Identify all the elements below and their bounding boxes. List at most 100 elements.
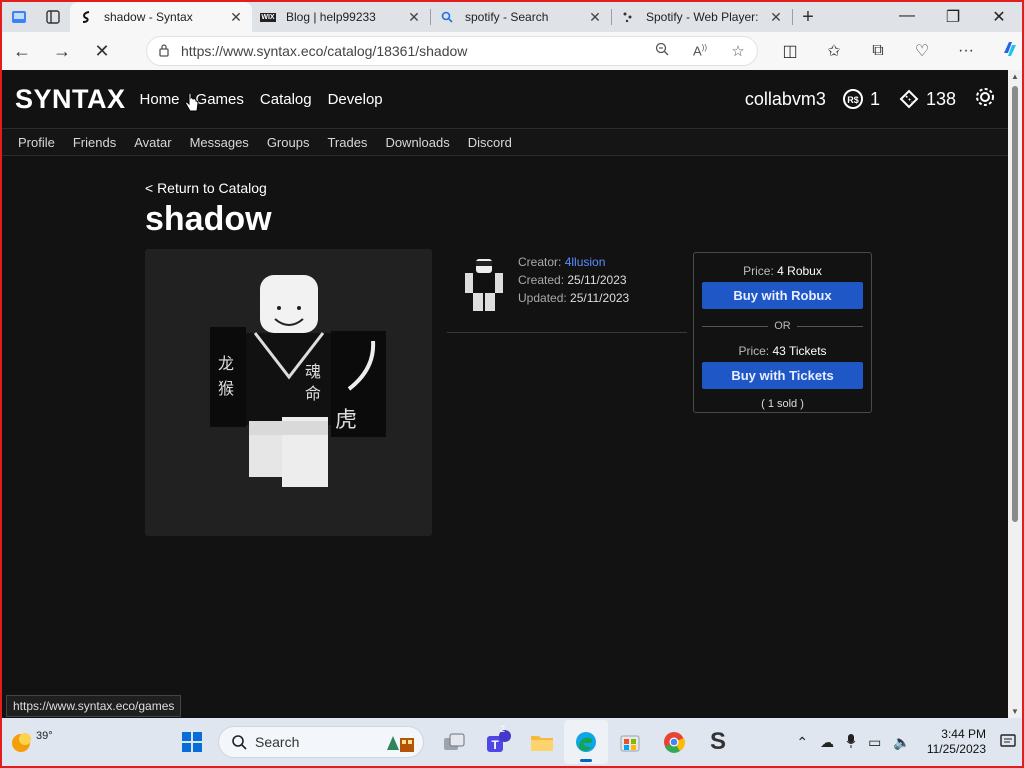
creator-link[interactable]: 4llusion: [565, 255, 606, 269]
back-icon[interactable]: ←: [2, 32, 42, 70]
scroll-down-arrow-icon[interactable]: ▼: [1008, 707, 1022, 716]
tab-spotify-search[interactable]: spotify - Search ✕: [431, 2, 611, 32]
tab-actions-icon[interactable]: [36, 2, 70, 32]
syntax-app-icon[interactable]: S: [696, 720, 740, 764]
temperature: 39°: [36, 730, 53, 742]
nav-catalog[interactable]: Catalog: [260, 91, 312, 108]
syntax-logo[interactable]: SYNTAX: [15, 84, 126, 115]
browser-essentials-icon[interactable]: ♡: [900, 41, 944, 61]
subnav-trades[interactable]: Trades: [327, 135, 367, 150]
main-nav: Home Games Catalog Develop: [140, 91, 399, 108]
settings-gear-icon[interactable]: [974, 86, 996, 113]
robux-icon: R$: [842, 89, 863, 109]
robux-count: 1: [869, 88, 880, 109]
created-date: 25/11/2023: [567, 273, 627, 287]
teams-icon[interactable]: T 2: [476, 720, 520, 764]
page-viewport: SYNTAX Home Games Catalog Develop collab…: [2, 70, 1022, 718]
close-tab-icon[interactable]: ✕: [406, 9, 422, 26]
start-button[interactable]: [170, 720, 214, 764]
scrollbar-thumb[interactable]: [1012, 86, 1018, 522]
subnav-avatar[interactable]: Avatar: [134, 135, 171, 150]
search-favicon-icon: [439, 9, 455, 25]
microphone-icon[interactable]: [846, 733, 856, 752]
item-details: Creator: 4llusion Created: 25/11/2023 Up…: [518, 253, 629, 307]
buy-with-tickets-button[interactable]: Buy with Tickets: [702, 362, 863, 389]
subnav-groups[interactable]: Groups: [267, 135, 310, 150]
hand-cursor-icon: [185, 92, 199, 112]
secondary-nav: Profile Friends Avatar Messages Groups T…: [2, 128, 1008, 156]
new-tab-icon[interactable]: +: [793, 6, 823, 29]
weather-moon-icon: [12, 733, 31, 752]
svg-text:虎: 虎: [335, 408, 357, 433]
search-icon: [232, 735, 247, 750]
page-scrollbar[interactable]: ▲ ▼: [1008, 70, 1022, 718]
windows-taskbar: 39° Search T 2 S ⌃ ☁ ▭ 🔈 3:44 PM 11/25/2…: [2, 718, 1022, 766]
restore-icon[interactable]: ❐: [930, 7, 976, 27]
microsoft-store-icon[interactable]: [608, 720, 652, 764]
svg-text:T: T: [491, 738, 499, 752]
split-screen-icon[interactable]: ◫: [768, 41, 812, 61]
more-menu-icon[interactable]: ···: [944, 42, 988, 60]
return-to-catalog-link[interactable]: < Return to Catalog: [145, 180, 267, 196]
file-explorer-icon[interactable]: [520, 720, 564, 764]
workspaces-icon[interactable]: [2, 2, 36, 32]
chevron-up-icon[interactable]: ⌃: [796, 734, 808, 751]
stop-loading-icon[interactable]: ✕: [82, 32, 122, 70]
taskbar-search[interactable]: Search: [218, 726, 424, 758]
tab-shadow-syntax[interactable]: shadow - Syntax ✕: [70, 2, 252, 32]
subnav-messages[interactable]: Messages: [190, 135, 249, 150]
subnav-discord[interactable]: Discord: [468, 135, 512, 150]
buy-with-robux-button[interactable]: Buy with Robux: [702, 282, 863, 309]
tickets-balance[interactable]: 138: [898, 88, 956, 110]
site-header: SYNTAX Home Games Catalog Develop collab…: [2, 70, 1008, 128]
close-tab-icon[interactable]: ✕: [768, 9, 784, 26]
tab-spotify-player[interactable]: Spotify - Web Player: ✕: [612, 2, 792, 32]
read-aloud-icon[interactable]: A)): [681, 43, 719, 58]
copilot-icon[interactable]: [988, 39, 1024, 64]
user-box: collabvm3 R$ 1 138: [745, 86, 996, 113]
scroll-up-arrow-icon[interactable]: ▲: [1008, 72, 1022, 81]
close-tab-icon[interactable]: ✕: [587, 9, 603, 26]
favorite-star-icon[interactable]: ☆: [719, 42, 757, 60]
network-icon[interactable]: ▭: [868, 734, 881, 751]
weather-widget[interactable]: 39°: [10, 730, 170, 754]
address-bar[interactable]: https://www.syntax.eco/catalog/18361/sha…: [146, 36, 758, 66]
subnav-friends[interactable]: Friends: [73, 135, 116, 150]
wix-favicon-text: WIX: [260, 12, 276, 22]
username[interactable]: collabvm3: [745, 89, 826, 110]
nav-home[interactable]: Home: [140, 91, 180, 108]
wix-favicon-icon: WIX: [260, 9, 276, 25]
lock-icon[interactable]: [147, 43, 181, 60]
zoom-icon[interactable]: [643, 42, 681, 60]
subnav-profile[interactable]: Profile: [18, 135, 55, 150]
minimize-icon[interactable]: —: [884, 7, 930, 27]
notifications-icon[interactable]: [1000, 733, 1016, 752]
chrome-icon[interactable]: [652, 720, 696, 764]
nav-games[interactable]: Games: [196, 91, 244, 108]
divider: [447, 332, 687, 333]
tab-blog[interactable]: WIX Blog | help99233 ✕: [252, 2, 430, 32]
close-window-icon[interactable]: ✕: [976, 7, 1022, 27]
collections-icon[interactable]: ⧉: [856, 42, 900, 60]
close-tab-icon[interactable]: ✕: [228, 9, 244, 26]
volume-icon[interactable]: 🔈: [893, 734, 910, 751]
task-view-icon[interactable]: [432, 720, 476, 764]
search-highlight-icon: [387, 736, 414, 752]
spotify-favicon-icon: [620, 9, 636, 25]
robux-balance[interactable]: R$ 1: [842, 88, 880, 110]
favorites-icon[interactable]: ✩: [812, 41, 856, 61]
subnav-downloads[interactable]: Downloads: [385, 135, 449, 150]
system-tray: ⌃ ☁ ▭ 🔈 3:44 PM 11/25/2023: [790, 727, 1022, 757]
clock[interactable]: 3:44 PM 11/25/2023: [927, 727, 986, 757]
forward-icon[interactable]: →: [42, 32, 82, 70]
tab-title: Spotify - Web Player:: [646, 10, 759, 24]
onedrive-cloud-icon[interactable]: ☁: [820, 734, 834, 751]
edge-icon[interactable]: [564, 720, 608, 764]
item-preview[interactable]: 魂 命 龙 猴 虎: [145, 249, 432, 536]
or-divider: OR: [694, 320, 871, 332]
url-text[interactable]: https://www.syntax.eco/catalog/18361/sha…: [181, 43, 643, 59]
svg-text:命: 命: [305, 384, 321, 403]
nav-develop[interactable]: Develop: [328, 91, 383, 108]
robux-price: Price: 4 Robux: [694, 264, 871, 278]
robux-price-value: 4 Robux: [777, 264, 822, 278]
